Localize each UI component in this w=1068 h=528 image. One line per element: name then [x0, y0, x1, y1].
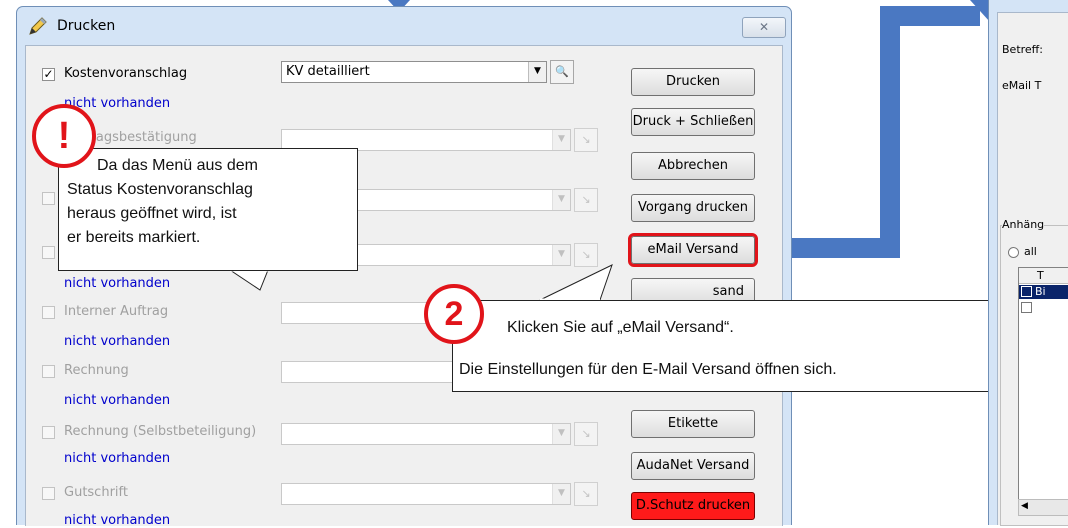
alle-label: all — [1024, 245, 1037, 258]
callout-email-versand: Klicken Sie auf „eMail Versand“. Die Ein… — [452, 300, 1048, 392]
attachments-table[interactable]: T Bi — [1018, 267, 1068, 513]
alle-radio[interactable] — [1008, 247, 1019, 258]
scroll-left-icon[interactable]: ◀ — [1021, 501, 1028, 511]
row-checkbox[interactable] — [1021, 286, 1032, 297]
email-text-label: eMail T — [1002, 79, 1042, 92]
row-checkbox-2[interactable] — [1021, 302, 1032, 313]
callout2-line2: Die Einstellungen für den E-Mail Versand… — [459, 361, 837, 378]
betreff-label: Betreff: — [1002, 43, 1043, 56]
callout2-line1: Klicken Sie auf „eMail Versand“. — [507, 319, 734, 336]
anhaenge-label: Anhäng — [1002, 218, 1045, 231]
callout2-pointer — [539, 264, 613, 302]
table-col-header: T — [1037, 269, 1044, 282]
email-settings-window: Betreff: eMail T Anhäng all T Bi ◀ — [988, 0, 1068, 526]
badge-step-2: 2 — [424, 284, 484, 344]
email-settings-client: Betreff: eMail T Anhäng all T Bi ◀ — [997, 12, 1068, 526]
table-row-text: Bi — [1035, 285, 1046, 298]
horizontal-scrollbar[interactable]: ◀ — [1018, 499, 1068, 516]
